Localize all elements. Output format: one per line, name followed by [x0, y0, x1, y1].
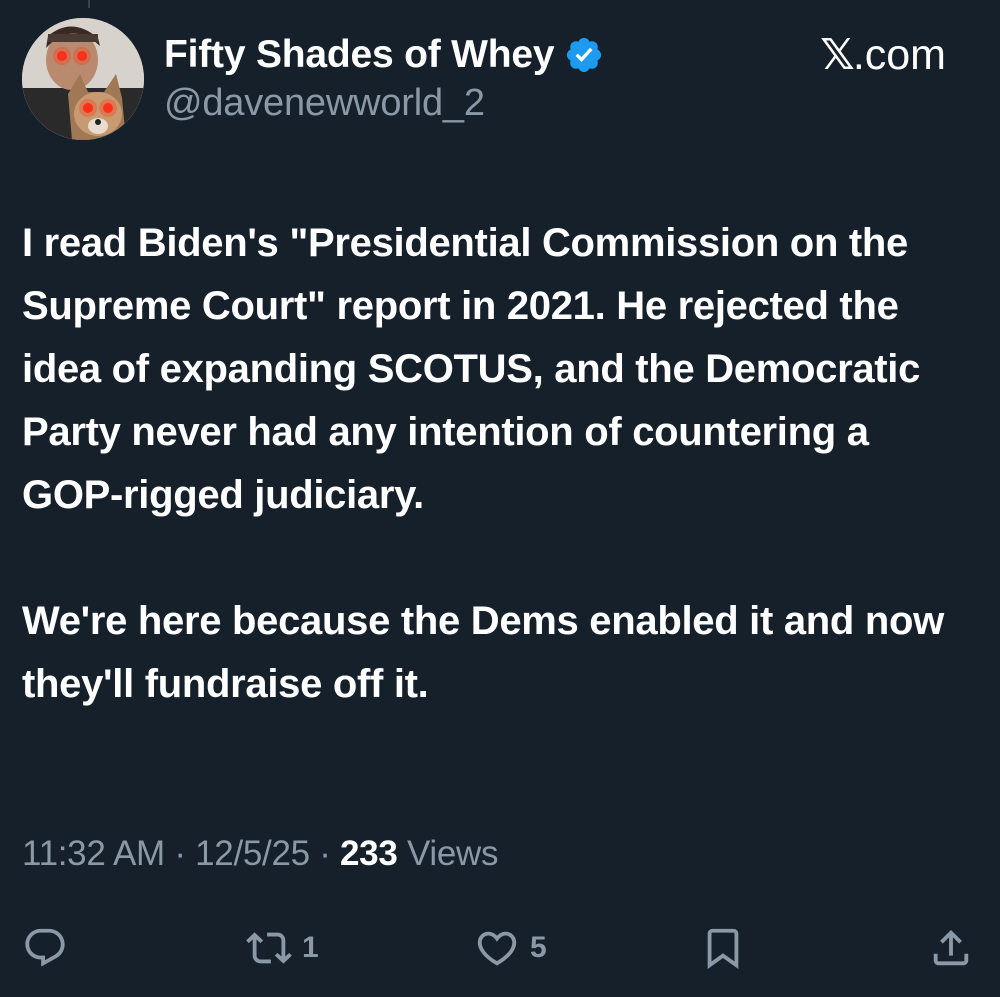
- share-icon: [933, 929, 969, 966]
- verified-badge-icon[interactable]: [564, 35, 604, 75]
- author-name-row: Fifty Shades of Whey: [164, 30, 604, 80]
- meta-separator: ·: [164, 834, 196, 873]
- like-count: 5: [530, 931, 547, 964]
- bookmark-button[interactable]: [700, 918, 746, 978]
- tweet-paragraph: I read Biden's "Presidential Commission …: [22, 221, 921, 517]
- share-button[interactable]: [928, 918, 974, 978]
- site-domain: .com: [852, 30, 946, 79]
- avatar[interactable]: [22, 18, 144, 140]
- like-button[interactable]: 5: [474, 918, 547, 978]
- retweet-icon: [246, 932, 292, 964]
- tweet-paragraph: We're here because the Dems enabled it a…: [22, 599, 944, 706]
- reply-icon: [25, 928, 65, 967]
- tweet-body: I read Biden's "Presidential Commission …: [22, 212, 972, 716]
- views-count: 233: [340, 834, 398, 873]
- heart-icon: [477, 931, 517, 966]
- site-label: 𝕏 .com: [820, 30, 946, 80]
- reply-button[interactable]: [22, 918, 68, 978]
- tweet-time[interactable]: 11:32 AM: [22, 834, 165, 873]
- retweet-button[interactable]: 1: [246, 918, 319, 978]
- bookmark-icon: [707, 928, 739, 969]
- retweet-count: 1: [302, 931, 319, 964]
- tweet-meta: 11:32 AM · 12/5/25 · 233 Views: [22, 834, 498, 874]
- x-logo-icon: 𝕏: [820, 30, 855, 80]
- author-handle[interactable]: @davenewworld_2: [164, 82, 485, 125]
- action-bar: 1 5: [0, 918, 1000, 978]
- views-label: Views: [397, 834, 499, 873]
- author-display-name[interactable]: Fifty Shades of Whey: [164, 33, 555, 77]
- thread-connector-line: [88, 0, 90, 8]
- avatar-image: [22, 18, 144, 140]
- tweet-date[interactable]: 12/5/25: [195, 834, 310, 873]
- meta-separator: ·: [309, 834, 341, 873]
